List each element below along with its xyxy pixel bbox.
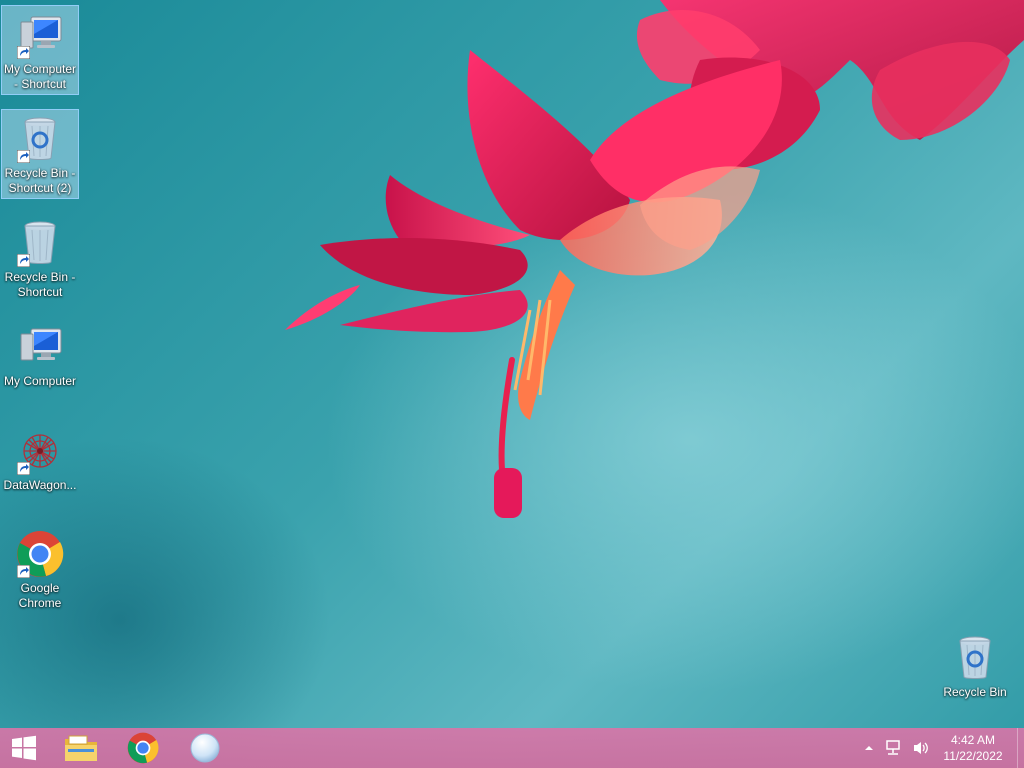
clock-time: 4:42 AM bbox=[950, 733, 996, 747]
chevron-up-icon bbox=[865, 746, 873, 750]
taskbar-clock[interactable]: 4:42 AM 11/22/2022 bbox=[935, 732, 1017, 764]
recycle-bin-icon bbox=[15, 114, 65, 164]
system-tray: 4:42 AM 11/22/2022 bbox=[859, 728, 1024, 768]
show-desktop-button[interactable] bbox=[1017, 728, 1024, 768]
tray-overflow-button[interactable] bbox=[859, 728, 879, 768]
desktop-icon-my-computer-shortcut[interactable]: My Computer - Shortcut bbox=[1, 5, 79, 95]
recycle-bin-icon bbox=[950, 633, 1000, 683]
desktop-icon-label: Recycle Bin - Shortcut (2) bbox=[4, 166, 76, 195]
orb-app-icon bbox=[190, 733, 220, 763]
computer-icon bbox=[15, 10, 65, 60]
shortcut-arrow-icon bbox=[17, 462, 30, 475]
taskbar-chrome-button[interactable] bbox=[112, 728, 174, 768]
desktop-icon-label: My Computer - Shortcut bbox=[3, 62, 77, 91]
desktop-icon-label: Google Chrome bbox=[18, 581, 62, 610]
desktop-icon-datawagon[interactable]: DataWagon... bbox=[1, 421, 79, 496]
taskbar: 4:42 AM 11/22/2022 bbox=[0, 728, 1024, 768]
recycle-bin-icon bbox=[15, 218, 65, 268]
shortcut-arrow-icon bbox=[17, 150, 30, 163]
shortcut-arrow-icon bbox=[17, 254, 30, 267]
desktop-icon-label: DataWagon... bbox=[3, 478, 77, 492]
chrome-icon bbox=[127, 732, 159, 764]
start-button[interactable] bbox=[0, 728, 48, 768]
desktop-icon-label: My Computer bbox=[3, 374, 77, 388]
volume-icon bbox=[914, 742, 928, 754]
shortcut-arrow-icon bbox=[17, 565, 30, 578]
desktop-icon-label: Recycle Bin - Shortcut bbox=[4, 270, 76, 299]
chrome-icon bbox=[15, 529, 65, 579]
wallpaper-flower-image bbox=[285, 0, 1024, 518]
desktop-icon-my-computer[interactable]: My Computer bbox=[1, 317, 79, 392]
clock-date: 11/22/2022 bbox=[943, 749, 1003, 763]
computer-icon bbox=[15, 322, 65, 372]
desktop-icon-recycle-bin[interactable]: Recycle Bin bbox=[936, 628, 1014, 703]
tray-network-button[interactable] bbox=[879, 728, 907, 768]
tray-volume-button[interactable] bbox=[907, 728, 935, 768]
desktop[interactable]: My Computer - Shortcut Recycle Bin - Sho… bbox=[0, 0, 1024, 768]
desktop-icon-google-chrome[interactable]: Google Chrome bbox=[1, 524, 79, 614]
desktop-icon-label: Recycle Bin bbox=[943, 685, 1007, 699]
desktop-icon-recycle-bin-shortcut-2[interactable]: Recycle Bin - Shortcut (2) bbox=[1, 109, 79, 199]
taskbar-file-explorer-button[interactable] bbox=[50, 728, 112, 768]
shortcut-arrow-icon bbox=[17, 46, 30, 59]
windows-logo-icon bbox=[12, 735, 36, 761]
network-icon bbox=[886, 740, 900, 755]
desktop-icon-recycle-bin-shortcut[interactable]: Recycle Bin - Shortcut bbox=[1, 213, 79, 303]
taskbar-orb-app-button[interactable] bbox=[174, 728, 236, 768]
datawagon-icon bbox=[15, 426, 65, 476]
file-explorer-icon bbox=[65, 735, 97, 761]
